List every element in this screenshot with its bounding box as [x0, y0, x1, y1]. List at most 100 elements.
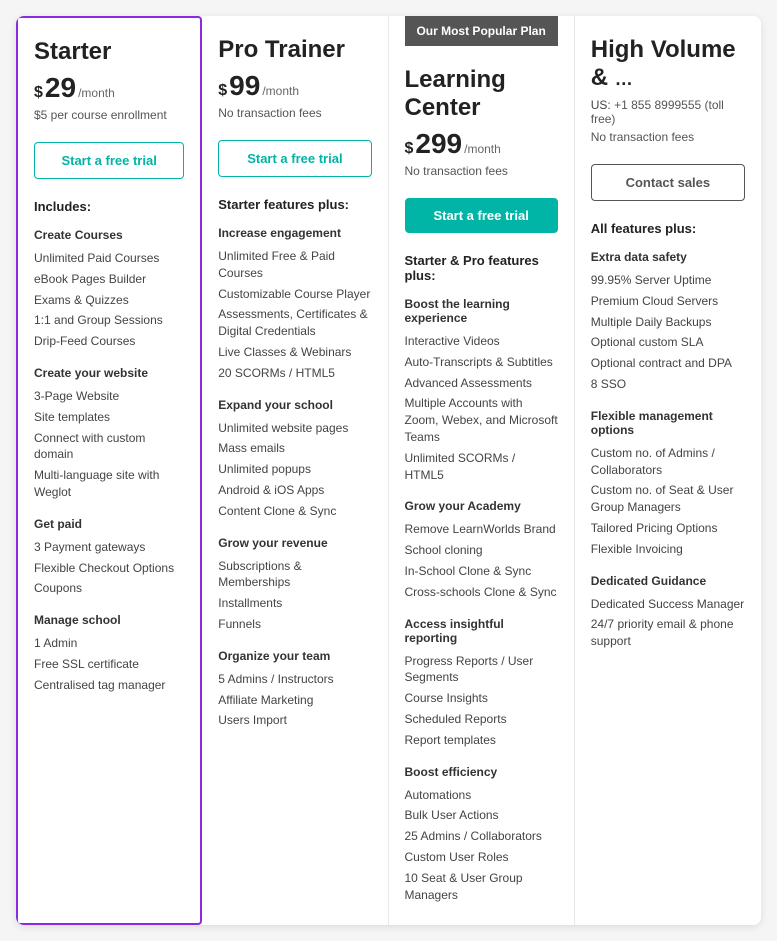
plan-name: Pro Trainer — [218, 36, 371, 64]
feature-item: Flexible Checkout Options — [34, 558, 184, 579]
feature-item: Multiple Daily Backups — [591, 312, 745, 333]
plan-column-high-volume: High Volume & … US: +1 855 8999555 (toll… — [575, 16, 761, 925]
feature-item: Drip-Feed Courses — [34, 331, 184, 352]
feature-item: 24/7 priority email & phone support — [591, 614, 745, 652]
feature-item: Centralised tag manager — [34, 675, 184, 696]
feature-item: eBook Pages Builder — [34, 269, 184, 290]
cta-button[interactable]: Contact sales — [591, 164, 745, 201]
cta-button[interactable]: Start a free trial — [34, 142, 184, 179]
feature-item: 3 Payment gateways — [34, 537, 184, 558]
feature-item: Mass emails — [218, 438, 371, 459]
feature-item: Unlimited website pages — [218, 418, 371, 439]
feature-item: Funnels — [218, 614, 371, 635]
feature-category: Expand your school — [218, 398, 371, 412]
plan-subtitle: No transaction fees — [405, 164, 558, 182]
feature-item: Subscriptions & Memberships — [218, 556, 371, 594]
plan-name: Starter — [34, 38, 184, 66]
feature-item: Optional contract and DPA — [591, 353, 745, 374]
popular-badge: Our Most Popular Plan — [405, 16, 558, 46]
feature-category: Organize your team — [218, 649, 371, 663]
feature-item: Unlimited popups — [218, 459, 371, 480]
feature-category: Create Courses — [34, 228, 184, 242]
feature-item: School cloning — [405, 540, 558, 561]
feature-item: Custom no. of Seat & User Group Managers — [591, 480, 745, 518]
feature-item: Unlimited Paid Courses — [34, 248, 184, 269]
period: /month — [464, 142, 501, 156]
feature-item: Customizable Course Player — [218, 284, 371, 305]
currency: $ — [34, 84, 43, 102]
feature-item: 25 Admins / Collaborators — [405, 826, 558, 847]
plan-column-learning-center: Our Most Popular Plan Learning Center $ 2… — [389, 16, 575, 925]
feature-item: Course Insights — [405, 688, 558, 709]
feature-item: 3-Page Website — [34, 386, 184, 407]
feature-item: Tailored Pricing Options — [591, 518, 745, 539]
feature-item: Multi-language site with Weglot — [34, 465, 184, 503]
feature-item: Content Clone & Sync — [218, 501, 371, 522]
feature-category: Boost efficiency — [405, 765, 558, 779]
feature-item: Coupons — [34, 578, 184, 599]
section-heading: All features plus: — [591, 221, 745, 236]
feature-category: Dedicated Guidance — [591, 574, 745, 588]
plan-column-starter: Starter $ 29 /month $5 per course enroll… — [16, 16, 202, 925]
feature-item: 99.95% Server Uptime — [591, 270, 745, 291]
amount: 29 — [45, 72, 76, 104]
phone-label: US: +1 855 8999555 (toll free) — [591, 98, 745, 126]
feature-item: Connect with custom domain — [34, 428, 184, 466]
feature-category: Access insightful reporting — [405, 617, 558, 645]
period: /month — [78, 86, 115, 100]
feature-item: Affiliate Marketing — [218, 690, 371, 711]
feature-item: Custom no. of Admins / Collaborators — [591, 443, 745, 481]
feature-item: Progress Reports / User Segments — [405, 651, 558, 689]
amount: 99 — [229, 70, 260, 102]
feature-item: Site templates — [34, 407, 184, 428]
section-heading: Starter features plus: — [218, 197, 371, 212]
feature-item: Live Classes & Webinars — [218, 342, 371, 363]
feature-item: Exams & Quizzes — [34, 290, 184, 311]
plan-column-pro-trainer: Pro Trainer $ 99 /month No transaction f… — [202, 16, 388, 925]
feature-item: Automations — [405, 785, 558, 806]
feature-category: Manage school — [34, 613, 184, 627]
currency: $ — [218, 82, 227, 100]
feature-item: Multiple Accounts with Zoom, Webex, and … — [405, 393, 558, 447]
plan-subtitle: $5 per course enrollment — [34, 108, 184, 126]
feature-item: Users Import — [218, 710, 371, 731]
feature-item: Advanced Assessments — [405, 373, 558, 394]
feature-item: Remove LearnWorlds Brand — [405, 519, 558, 540]
plan-subtitle: No transaction fees — [591, 130, 745, 148]
feature-item: Dedicated Success Manager — [591, 594, 745, 615]
feature-item: 10 Seat & User Group Managers — [405, 868, 558, 906]
pricing-grid: Starter $ 29 /month $5 per course enroll… — [16, 16, 761, 925]
section-heading: Starter & Pro features plus: — [405, 253, 558, 283]
feature-item: Auto-Transcripts & Subtitles — [405, 352, 558, 373]
feature-item: Unlimited SCORMs / HTML5 — [405, 448, 558, 486]
feature-item: Premium Cloud Servers — [591, 291, 745, 312]
cta-button[interactable]: Start a free trial — [218, 140, 371, 177]
feature-category: Increase engagement — [218, 226, 371, 240]
plan-price: $ 29 /month — [34, 72, 184, 104]
feature-item: 20 SCORMs / HTML5 — [218, 363, 371, 384]
feature-item: 1 Admin — [34, 633, 184, 654]
feature-item: Scheduled Reports — [405, 709, 558, 730]
period: /month — [262, 84, 299, 98]
feature-item: Report templates — [405, 730, 558, 751]
plan-subtitle: No transaction fees — [218, 106, 371, 124]
feature-item: Assessments, Certificates & Digital Cred… — [218, 304, 371, 342]
feature-category: Flexible management options — [591, 409, 745, 437]
cta-button[interactable]: Start a free trial — [405, 198, 558, 233]
feature-category: Boost the learning experience — [405, 297, 558, 325]
feature-item: Unlimited Free & Paid Courses — [218, 246, 371, 284]
feature-item: Optional custom SLA — [591, 332, 745, 353]
feature-item: Free SSL certificate — [34, 654, 184, 675]
feature-item: 5 Admins / Instructors — [218, 669, 371, 690]
feature-category: Grow your revenue — [218, 536, 371, 550]
feature-item: Interactive Videos — [405, 331, 558, 352]
feature-category: Create your website — [34, 366, 184, 380]
feature-category: Grow your Academy — [405, 499, 558, 513]
currency: $ — [405, 140, 414, 158]
plan-name: Learning Center — [405, 66, 558, 122]
plan-name: High Volume & … — [591, 36, 745, 92]
feature-item: Custom User Roles — [405, 847, 558, 868]
feature-category: Get paid — [34, 517, 184, 531]
feature-item: Flexible Invoicing — [591, 539, 745, 560]
feature-item: Bulk User Actions — [405, 805, 558, 826]
